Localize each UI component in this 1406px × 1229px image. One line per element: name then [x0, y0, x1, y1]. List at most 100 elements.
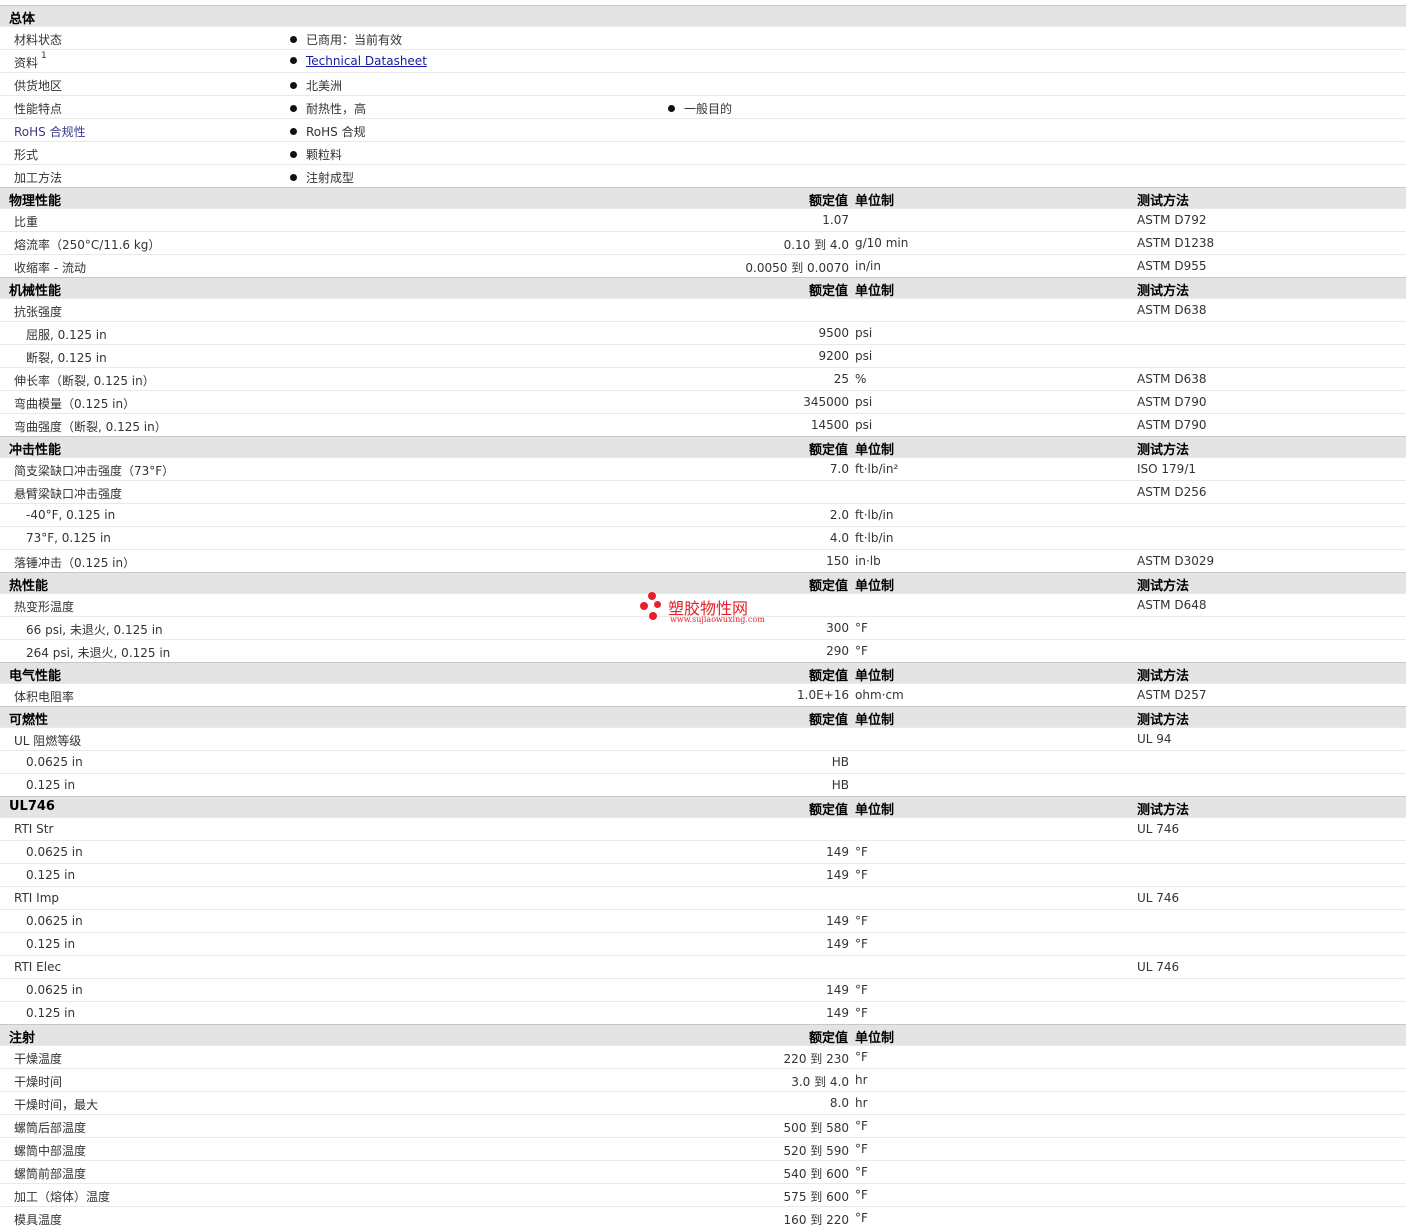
- property-label: 干燥时间: [14, 1075, 63, 1089]
- table-row: 0.0625 in 149 °F: [0, 978, 1406, 1001]
- property-label: 螺筒前部温度: [14, 1167, 87, 1181]
- test-method: ASTM D1238: [1137, 236, 1215, 250]
- unit-value: in·lb: [855, 554, 881, 568]
- unit-value: %: [855, 372, 867, 386]
- unit-header: 单位制: [855, 194, 895, 209]
- nominal-value: 149: [826, 983, 849, 997]
- test-method: ASTM D3029: [1137, 554, 1215, 568]
- nominal-value: 220 到 230: [783, 1052, 849, 1066]
- test-method: ASTM D792: [1137, 213, 1207, 227]
- property-label: 热变形温度: [14, 600, 75, 614]
- nominal-value-header: 额定值: [808, 194, 848, 209]
- bullet-icon: [290, 57, 297, 64]
- nominal-value: 9200: [818, 349, 849, 363]
- row-label: 形式: [14, 146, 38, 163]
- row-label-text: 加工方法: [14, 171, 63, 185]
- general-rows: 材料状态 已商用：当前有效 资料 1 Technical Datasheet 供货地区 北美…: [0, 26, 1406, 187]
- bullet-icon: [290, 36, 297, 43]
- property-label: 干燥时间，最大: [14, 1098, 99, 1112]
- unit-value: psi: [855, 349, 873, 363]
- bullet-item: Technical Datasheet: [290, 54, 427, 68]
- section-title: 电气性能: [9, 669, 62, 684]
- bullet-icon: [290, 151, 297, 158]
- unit-value: °F: [855, 644, 868, 658]
- unit-header: 单位制: [855, 713, 895, 728]
- nominal-value: 500 到 580: [783, 1121, 849, 1135]
- property-label: 抗张强度: [14, 305, 63, 319]
- unit-header: 单位制: [855, 1031, 895, 1046]
- table-row: 收缩率 - 流动 0.0050 到 0.0070 in/in ASTM D955: [0, 254, 1406, 277]
- technical-datasheet-link[interactable]: Technical Datasheet: [306, 54, 427, 68]
- test-method: ASTM D638: [1137, 372, 1207, 386]
- nominal-value: 4.0: [829, 531, 849, 545]
- unit-value: °F: [855, 845, 868, 859]
- bullet-item: 耐热性，高: [290, 100, 366, 117]
- section-title: 机械性能: [9, 284, 62, 299]
- table-row: 0.125 in HB: [0, 773, 1406, 796]
- nominal-value: 149: [826, 845, 849, 859]
- unit-value: °F: [855, 1188, 868, 1202]
- nominal-value: HB: [831, 778, 849, 792]
- section-title: UL746: [9, 799, 55, 814]
- general-row: 供货地区 北美洲: [0, 72, 1406, 95]
- nominal-value: 540 到 600: [783, 1167, 849, 1181]
- table-row: RTI Str UL 746: [0, 817, 1406, 840]
- nominal-value: 520 到 590: [783, 1144, 849, 1158]
- test-method: ASTM D955: [1137, 259, 1207, 273]
- property-label: 弯曲模量（0.125 in）: [14, 397, 136, 411]
- table-row: UL 阻燃等级 UL 94: [0, 727, 1406, 750]
- unit-value: °F: [855, 1119, 868, 1133]
- unit-value: g/10 min: [855, 236, 909, 250]
- property-label: 螺筒后部温度: [14, 1121, 87, 1135]
- property-label: 73°F, 0.125 in: [26, 531, 111, 545]
- table-row: 264 psi, 未退火, 0.125 in 290 °F: [0, 639, 1406, 662]
- row-label: 资料 1: [14, 51, 47, 71]
- bullet-icon: [290, 105, 297, 112]
- unit-value: in/in: [855, 259, 881, 273]
- unit-header: 单位制: [855, 803, 895, 818]
- unit-value: °F: [855, 621, 868, 635]
- watermark-dot: [640, 602, 648, 610]
- row-label-text: 材料状态: [14, 33, 63, 47]
- unit-value: °F: [855, 1165, 868, 1179]
- nominal-value-header: 额定值: [808, 579, 848, 594]
- table-row: 弯曲强度（断裂, 0.125 in） 14500 psi ASTM D790: [0, 413, 1406, 436]
- nominal-value: 575 到 600: [783, 1190, 849, 1204]
- section-title: 冲击性能: [9, 443, 62, 458]
- section-header: 机械性能 额定值 单位制 测试方法: [0, 277, 1406, 299]
- table-row: 0.125 in 149 °F: [0, 1001, 1406, 1024]
- test-method: ASTM D257: [1137, 688, 1207, 702]
- nominal-value: 149: [826, 868, 849, 882]
- bullet-icon: [290, 174, 297, 181]
- unit-value: ft·lb/in: [855, 508, 894, 522]
- unit-value: ohm·cm: [855, 688, 904, 702]
- bullet-icon: [290, 128, 297, 135]
- unit-value: psi: [855, 418, 873, 432]
- nominal-value: 0.0050 到 0.0070: [745, 261, 849, 275]
- property-label: 熔流率（250°C/11.6 kg）: [14, 238, 161, 252]
- table-row: 0.125 in 149 °F: [0, 932, 1406, 955]
- unit-value: °F: [855, 1050, 868, 1064]
- property-label: 0.0625 in: [26, 845, 83, 859]
- unit-value: ft·lb/in²: [855, 462, 899, 476]
- watermark-dot: [649, 612, 657, 620]
- table-row: 落锤冲击（0.125 in） 150 in·lb ASTM D3029: [0, 549, 1406, 572]
- nominal-value: 1.07: [822, 213, 849, 227]
- nominal-value-header: 额定值: [808, 713, 848, 728]
- property-label: 弯曲强度（断裂, 0.125 in）: [14, 420, 167, 434]
- table-row: -40°F, 0.125 in 2.0 ft·lb/in: [0, 503, 1406, 526]
- property-label: RTI Imp: [14, 891, 59, 905]
- section-header: 电气性能 额定值 单位制 测试方法: [0, 662, 1406, 684]
- unit-header: 单位制: [855, 579, 895, 594]
- nominal-value: 0.10 到 4.0: [783, 238, 849, 252]
- test-method-header: 测试方法: [1137, 713, 1190, 728]
- nominal-value: 14500: [810, 418, 849, 432]
- row-label: RoHS 合规性: [14, 123, 86, 140]
- section-header: 冲击性能 额定值 单位制 测试方法: [0, 436, 1406, 458]
- section-header: 注射 额定值 单位制: [0, 1024, 1406, 1046]
- bullet-text: 颗粒料: [306, 148, 343, 162]
- property-label: 简支梁缺口冲击强度（73°F）: [14, 464, 175, 478]
- test-method: ASTM D256: [1137, 485, 1207, 499]
- table-row: 比重 1.07 ASTM D792: [0, 208, 1406, 231]
- watermark-dot: [648, 592, 656, 600]
